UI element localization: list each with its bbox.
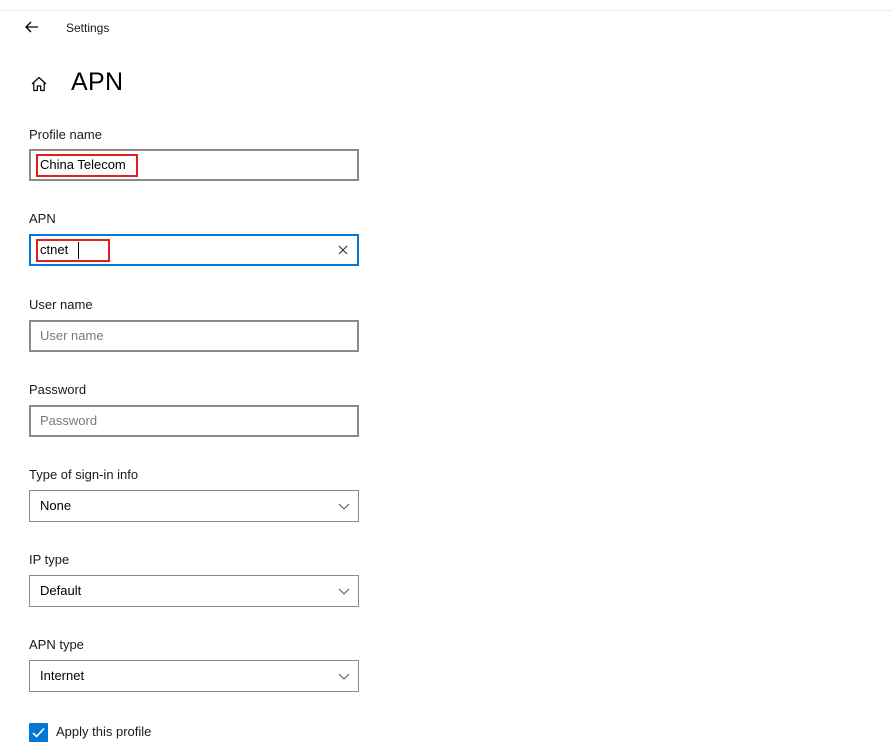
home-icon [31, 76, 47, 92]
sign-in-type-selected: None [40, 498, 72, 513]
password-label: Password [29, 382, 87, 397]
back-arrow-icon [25, 21, 38, 33]
apn-annotation-box [36, 239, 110, 262]
apn-label: APN [29, 211, 56, 226]
checkmark-icon [32, 727, 45, 738]
password-placeholder: Password [40, 413, 98, 428]
profile-name-field[interactable]: China Telecom [29, 149, 359, 181]
profile-name-label: Profile name [29, 127, 102, 142]
sign-in-type-label: Type of sign-in info [29, 467, 139, 482]
apn-type-selected: Internet [40, 668, 85, 683]
ip-type-selected: Default [40, 583, 82, 598]
app-title: Settings [66, 21, 110, 35]
password-field[interactable]: Password [29, 405, 359, 437]
sign-in-type-dropdown[interactable]: None [29, 490, 359, 522]
profile-name-annotation-box [36, 154, 138, 177]
user-name-placeholder: User name [40, 328, 104, 343]
ip-type-dropdown[interactable]: Default [29, 575, 359, 607]
chevron-down-icon [338, 503, 350, 510]
back-button[interactable] [20, 16, 44, 38]
ip-type-label: IP type [29, 552, 70, 567]
top-divider [0, 10, 892, 11]
apply-profile-checkbox[interactable] [29, 723, 48, 742]
clear-x-icon [338, 245, 348, 255]
page-title: APN [71, 68, 124, 96]
settings-window: Settings APN Profile name China Telecom … [0, 0, 892, 745]
user-name-label: User name [29, 297, 93, 312]
apn-field[interactable]: ctnet [29, 234, 359, 266]
apn-type-dropdown[interactable]: Internet [29, 660, 359, 692]
apn-type-label: APN type [29, 637, 84, 652]
user-name-field[interactable]: User name [29, 320, 359, 352]
chevron-down-icon [338, 588, 350, 595]
apply-profile-label[interactable]: Apply this profile [56, 724, 151, 739]
clear-button[interactable] [336, 243, 350, 257]
chevron-down-icon [338, 673, 350, 680]
